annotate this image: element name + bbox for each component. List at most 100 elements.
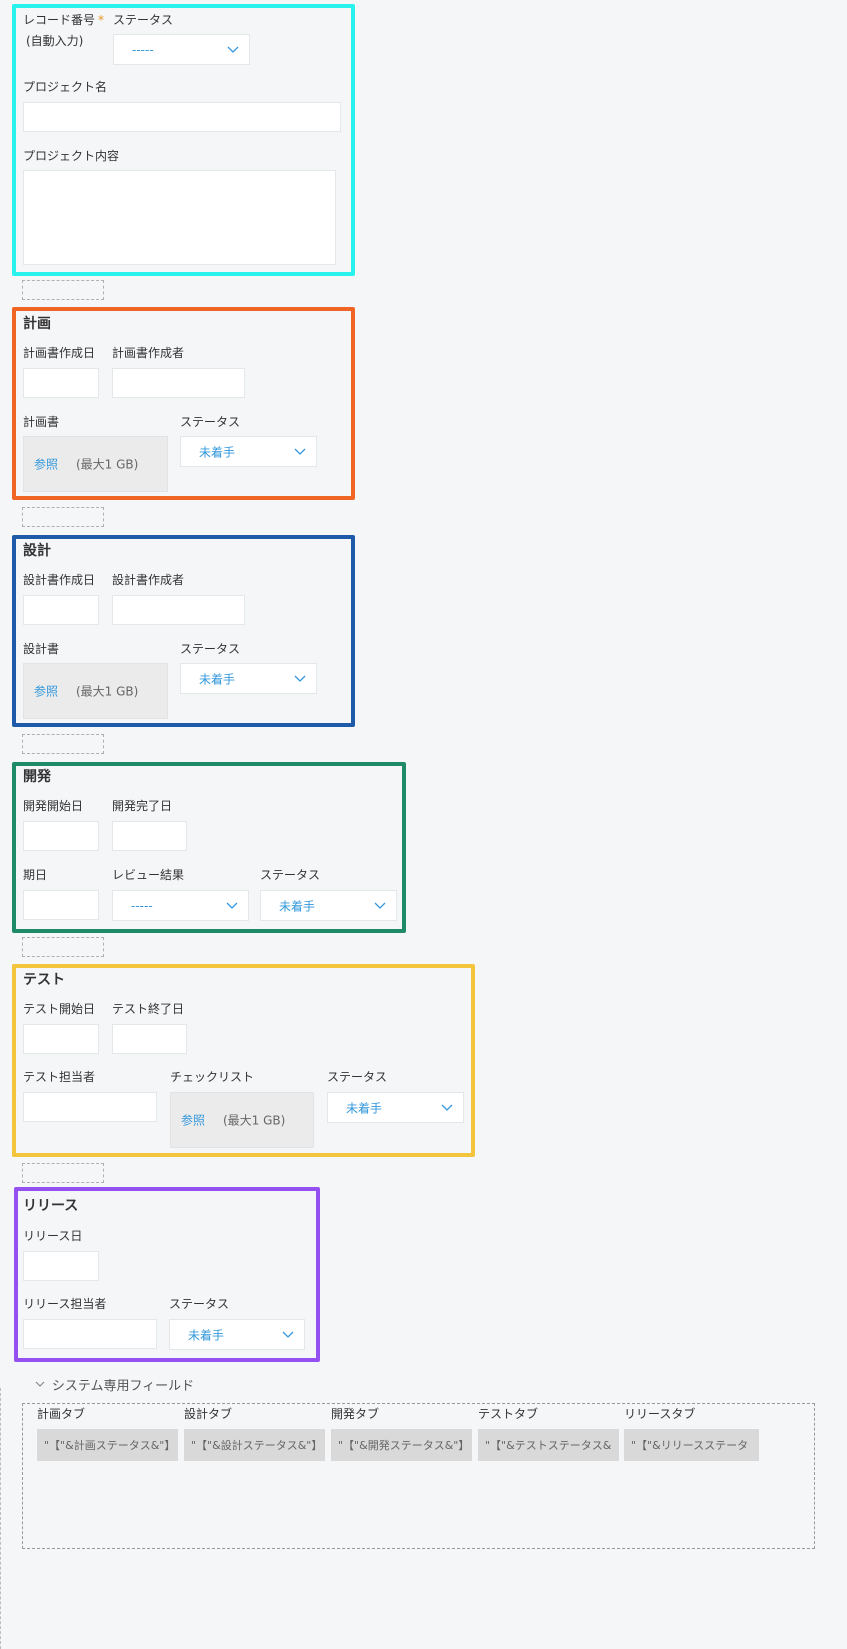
record-number-value: (自動入力) xyxy=(26,34,84,48)
plan-author-input[interactable] xyxy=(112,368,245,398)
chevron-down-icon xyxy=(226,902,238,909)
project-name-input[interactable] xyxy=(23,102,341,132)
dev-start-input[interactable] xyxy=(23,821,99,851)
status-label: ステータス xyxy=(113,13,174,27)
dev-title: 開発 xyxy=(23,769,51,785)
dev-status-value: 未着手 xyxy=(279,899,316,913)
system-calc-value: "【"&設計ステータス&"】 xyxy=(191,1439,323,1452)
spacer[interactable] xyxy=(22,280,104,300)
system-field-label: 設計タブ xyxy=(184,1407,233,1421)
system-field-label: 開発タブ xyxy=(331,1407,380,1421)
release-status-select[interactable]: 未着手 xyxy=(169,1319,305,1350)
plan-status-label: ステータス xyxy=(180,415,241,429)
system-calc-value: "【"&リリースステータ xyxy=(631,1439,749,1452)
max-size-note: (最大1 GB) xyxy=(223,1113,286,1128)
system-calc-value: "【"&テストステータス& xyxy=(485,1439,612,1452)
design-doc-label: 設計書 xyxy=(23,642,60,656)
release-date-label: リリース日 xyxy=(23,1229,83,1243)
required-mark: * xyxy=(98,13,105,27)
test-start-label: テスト開始日 xyxy=(23,1002,96,1016)
spacer[interactable] xyxy=(22,1163,104,1183)
design-title: 設計 xyxy=(23,543,51,559)
dev-review-label: レビュー結果 xyxy=(112,868,185,882)
test-end-label: テスト終了日 xyxy=(112,1002,185,1016)
design-status-label: ステータス xyxy=(180,642,241,656)
design-status-value: 未着手 xyxy=(199,672,236,686)
max-size-note: (最大1 GB) xyxy=(76,684,139,699)
test-owner-input[interactable] xyxy=(23,1092,157,1122)
spacer[interactable] xyxy=(22,507,104,527)
test-start-input[interactable] xyxy=(23,1024,99,1054)
dev-status-select[interactable]: 未着手 xyxy=(260,890,397,921)
release-date-input[interactable] xyxy=(23,1251,99,1281)
test-title: テスト xyxy=(23,972,65,988)
design-date-input[interactable] xyxy=(23,595,99,625)
release-status-label: ステータス xyxy=(169,1297,230,1311)
design-author-input[interactable] xyxy=(112,595,245,625)
system-calc-field: "【"&設計ステータス&"】 xyxy=(184,1429,325,1461)
project-content-label: プロジェクト内容 xyxy=(23,149,120,163)
dev-status-label: ステータス xyxy=(260,868,321,882)
chevron-down-icon xyxy=(294,675,306,682)
project-name-label: プロジェクト名 xyxy=(23,80,108,94)
dev-review-value: ----- xyxy=(131,898,153,913)
system-field-label: リリースタブ xyxy=(624,1407,696,1421)
system-calc-field: "【"&計画ステータス&"】 xyxy=(37,1429,178,1461)
system-fields-label: システム専用フィールド xyxy=(51,1379,195,1394)
spacer[interactable] xyxy=(22,734,104,754)
left-edge-guide xyxy=(0,1388,1,1649)
plan-title: 計画 xyxy=(23,316,51,332)
design-author-label: 設計書作成者 xyxy=(112,573,185,587)
test-status-value: 未着手 xyxy=(346,1101,383,1115)
chevron-down-icon xyxy=(374,902,386,909)
test-checklist-label: チェックリスト xyxy=(170,1070,255,1084)
test-status-select[interactable]: 未着手 xyxy=(327,1092,464,1123)
dev-end-input[interactable] xyxy=(112,821,187,851)
release-owner-input[interactable] xyxy=(23,1319,157,1349)
chevron-down-icon xyxy=(294,448,306,455)
system-calc-field: "【"&リリースステータ xyxy=(624,1429,759,1461)
system-calc-value: "【"&開発ステータス&"】 xyxy=(338,1439,470,1452)
dev-review-select[interactable]: ----- xyxy=(112,890,249,921)
project-content-textarea[interactable] xyxy=(23,170,336,265)
plan-status-select[interactable]: 未着手 xyxy=(180,436,317,467)
test-end-input[interactable] xyxy=(112,1024,187,1054)
dev-due-input[interactable] xyxy=(23,890,99,920)
system-field-label: テストタブ xyxy=(478,1407,539,1421)
design-doc-file-upload: 参照 (最大1 GB) xyxy=(23,663,168,719)
system-calc-field: "【"&開発ステータス&"】 xyxy=(331,1429,472,1461)
system-calc-value: "【"&計画ステータス&"】 xyxy=(44,1439,176,1452)
release-owner-label: リリース担当者 xyxy=(23,1297,107,1311)
plan-date-input[interactable] xyxy=(23,368,99,398)
browse-link[interactable]: 参照 xyxy=(181,1112,205,1129)
plan-author-label: 計画書作成者 xyxy=(112,346,185,360)
status-select-value: ----- xyxy=(132,42,154,57)
status-select[interactable]: ----- xyxy=(113,34,250,65)
test-owner-label: テスト担当者 xyxy=(23,1070,96,1084)
design-status-select[interactable]: 未着手 xyxy=(180,663,317,694)
max-size-note: (最大1 GB) xyxy=(76,457,139,472)
browse-link[interactable]: 参照 xyxy=(34,456,58,473)
dev-start-label: 開発開始日 xyxy=(23,799,84,813)
system-fields-toggle[interactable]: システム専用フィールド xyxy=(35,1375,195,1394)
plan-doc-file-upload: 参照 (最大1 GB) xyxy=(23,436,168,492)
chevron-down-icon xyxy=(282,1331,294,1338)
release-title: リリース xyxy=(23,1198,79,1214)
system-calc-field: "【"&テストステータス& xyxy=(478,1429,619,1461)
system-field-label: 計画タブ xyxy=(37,1407,86,1421)
chevron-down-icon xyxy=(227,46,239,53)
chevron-down-icon xyxy=(35,1381,45,1387)
browse-link[interactable]: 参照 xyxy=(34,683,58,700)
design-date-label: 設計書作成日 xyxy=(23,573,96,587)
test-status-label: ステータス xyxy=(327,1070,388,1084)
system-fields-panel xyxy=(22,1403,815,1549)
release-status-value: 未着手 xyxy=(188,1328,225,1342)
plan-doc-label: 計画書 xyxy=(23,415,60,429)
dev-end-label: 開発完了日 xyxy=(112,799,173,813)
chevron-down-icon xyxy=(441,1104,453,1111)
plan-date-label: 計画書作成日 xyxy=(23,346,96,360)
test-checklist-file-upload: 参照 (最大1 GB) xyxy=(170,1092,314,1148)
spacer[interactable] xyxy=(22,937,104,957)
plan-status-value: 未着手 xyxy=(199,445,236,459)
dev-due-label: 期日 xyxy=(23,868,48,882)
